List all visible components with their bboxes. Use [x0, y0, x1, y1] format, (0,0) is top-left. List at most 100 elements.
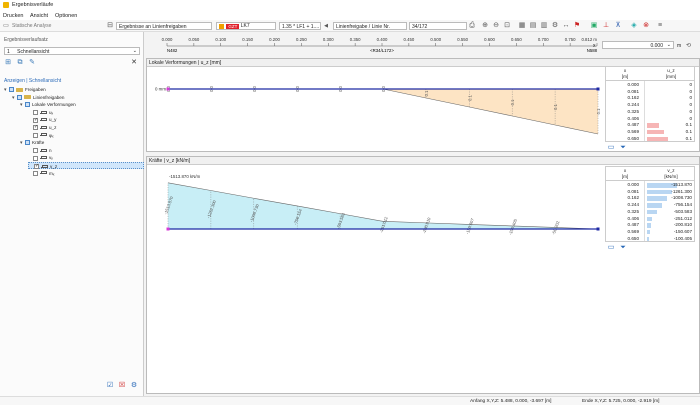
menu-drucken[interactable]: Drucken [3, 13, 23, 19]
table-cell-x: 0.162 [627, 95, 640, 101]
table-row[interactable]: 0.244 -756.154 [606, 202, 694, 209]
view-icon[interactable]: ◈ [630, 22, 638, 30]
tree-item[interactable]: ▾ Freigaben [4, 86, 46, 93]
tree-checkbox[interactable] [33, 124, 38, 131]
start-node-label: N482 [167, 48, 178, 53]
table-row[interactable]: 0.569 0.1 [606, 129, 694, 136]
table-row[interactable]: 0.487 0.1 [606, 122, 694, 129]
dimension-icon[interactable]: ↔ [562, 22, 570, 30]
menu-ansicht[interactable]: Ansicht [30, 13, 48, 19]
tree-item[interactable]: u_z [28, 124, 56, 131]
tree-item[interactable]: u_y [28, 116, 56, 124]
table-row[interactable]: 0.569 -150.607 [606, 229, 694, 236]
tree-item[interactable]: uₓ [28, 109, 53, 116]
table-row[interactable]: 0.081 -1261.300 [606, 189, 694, 196]
table-row[interactable]: 0.244 0 [606, 102, 694, 109]
delete-set-icon[interactable]: ✕ [130, 59, 138, 67]
tree-item-label: u_z [49, 125, 57, 130]
load-combination-badge[interactable]: GZT LK7 [216, 22, 276, 30]
lc-combo[interactable]: 1.35 * LF1 + 1.... [279, 22, 321, 30]
menu-optionen[interactable]: Optionen [55, 13, 77, 19]
rename-set-icon[interactable]: ✎ [28, 59, 36, 67]
table-row[interactable]: 0.000 0 [606, 82, 694, 89]
tree-item[interactable]: ▾ Lokale Verformungen [20, 101, 76, 108]
filter-icon[interactable]: ⏷ [619, 144, 627, 152]
new-set-icon[interactable]: ⊞ [4, 59, 12, 67]
tree-checkbox[interactable] [25, 102, 30, 108]
tree-checkbox[interactable] [33, 110, 38, 116]
member-icon [40, 156, 47, 160]
col-value-header: u_z [mm] [665, 68, 677, 79]
table-row[interactable]: 0.650 -100.405 [606, 236, 694, 243]
table-cell-x: 0.325 [627, 108, 640, 114]
result-set-combo[interactable]: 1 Schnellansicht ⌄ [4, 47, 140, 55]
zoom-out-icon[interactable]: ⊖ [492, 22, 500, 30]
pin-icon[interactable]: ⟲ [686, 42, 691, 49]
menu-bar: Drucken Ansicht Optionen [0, 11, 700, 20]
table-cell-x: 0.487 [627, 222, 640, 228]
tree-item[interactable]: vᵧ [28, 154, 53, 161]
tree-checkbox[interactable] [9, 87, 14, 93]
x-position-value: 0.000 [650, 43, 663, 49]
uncheck-all-icon[interactable]: ☒ [118, 382, 126, 390]
table-row[interactable]: 0.325 0 [606, 109, 694, 116]
table-cell-value: 0.1 [685, 135, 692, 141]
hinge-icon[interactable]: ⊗ [642, 22, 650, 30]
table-row[interactable]: 0.406 -251.012 [606, 216, 694, 223]
result-area [168, 89, 598, 134]
table-row[interactable]: 0.162 -1008.730 [606, 195, 694, 202]
x-position-input[interactable]: 0.000 ⌄ [602, 41, 674, 49]
check-all-icon[interactable]: ☑ [106, 382, 114, 390]
tree-checkbox[interactable] [34, 163, 39, 170]
zoom-in-icon[interactable]: ⊕ [481, 22, 489, 30]
tree-checkbox[interactable] [25, 140, 30, 146]
max-filter-icon[interactable]: ▭ [607, 144, 615, 152]
folder-icon [16, 87, 23, 92]
table-row[interactable]: 0.406 0 [606, 116, 694, 123]
table-row[interactable]: 0.000 -1513.870 [606, 182, 694, 189]
results-type-combo[interactable]: Ergebnisse an Linienfreigaben [116, 22, 212, 30]
tree-item[interactable]: mₓ [28, 170, 54, 177]
tree-checkbox[interactable] [17, 94, 22, 100]
tree-checkbox[interactable] [33, 117, 38, 124]
tree-item[interactable]: ▾ Linienfreigaben [12, 94, 64, 101]
flag-icon[interactable]: ⚑ [573, 22, 581, 30]
display-icon[interactable]: ▣ [590, 22, 598, 30]
tree-item[interactable]: n [28, 147, 52, 154]
tree-checkbox[interactable] [33, 155, 38, 161]
table-row[interactable]: 0.650 0.1 [606, 136, 694, 143]
support-icon[interactable]: ⊼ [614, 22, 622, 30]
table-row[interactable]: 0.162 0 [606, 95, 694, 102]
tree-checkbox[interactable] [33, 170, 38, 176]
table-cell-value: 0.1 [685, 128, 692, 134]
grid-icon[interactable]: ▤ [529, 22, 537, 30]
max-filter-icon[interactable]: ▭ [607, 244, 615, 252]
table-cell-value: -100.405 [673, 235, 692, 241]
print-icon[interactable]: ⎙ [468, 22, 476, 30]
zoom-all-icon[interactable]: ⊡ [503, 22, 511, 30]
tree-item-label: v_z [50, 164, 58, 169]
table-row[interactable]: 0.081 0 [606, 89, 694, 96]
tree-checkbox[interactable] [33, 132, 38, 138]
tree-options-icon[interactable]: ⚙ [130, 382, 138, 390]
table-icon[interactable]: ▦ [518, 22, 526, 30]
tree-item[interactable]: v_z [28, 162, 144, 170]
release-type-combo[interactable]: Linienfreigabe / Linie Nr. [333, 22, 407, 30]
settings-icon[interactable]: ⚙ [551, 22, 559, 30]
result-set-name: Schnellansicht [17, 49, 50, 55]
copy-set-icon[interactable]: ⧉ [16, 59, 24, 67]
table-row[interactable]: 0.325 -503.583 [606, 209, 694, 216]
prev-icon[interactable]: ◀ [322, 22, 330, 30]
table-row[interactable]: 0.487 -200.810 [606, 222, 694, 229]
beam-icon[interactable]: ⊥ [602, 22, 610, 30]
tree-checkbox[interactable] [33, 148, 38, 154]
release-number-combo[interactable]: 34/172 [409, 22, 467, 30]
filter-icon[interactable]: ⏷ [619, 244, 627, 252]
values-icon[interactable]: ▥ [540, 22, 548, 30]
status-end-coordinates: Ende X,Y,Z: 5.725, 0.000, -2.919 [m] [582, 398, 660, 404]
tree-item[interactable]: φₓ [28, 132, 54, 139]
axis-tick-label: 0.300 [323, 37, 334, 42]
member-icon [41, 164, 48, 169]
options-icon[interactable]: ≡ [656, 22, 664, 30]
tree-item[interactable]: ▾ Kräfte [20, 139, 44, 146]
